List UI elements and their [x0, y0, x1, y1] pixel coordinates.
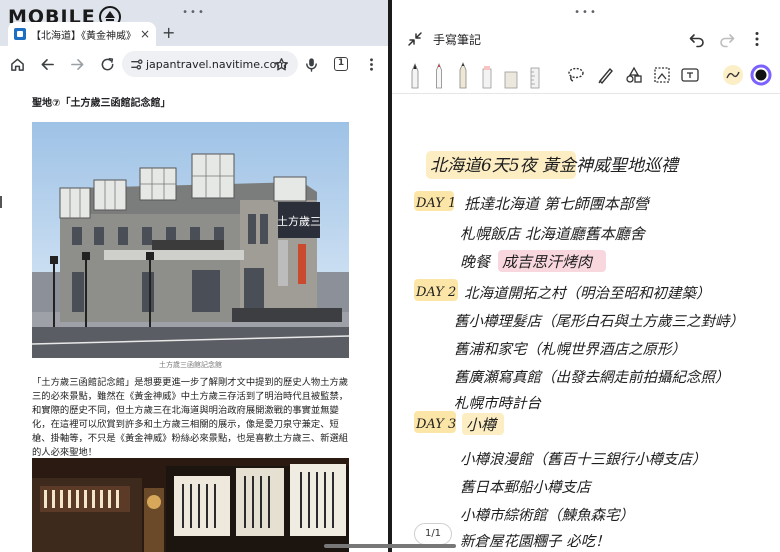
day1-line-3: 晚餐: [460, 253, 492, 271]
undo-icon[interactable]: [688, 30, 706, 48]
day1-line-1: 抵達北海道 第七師團本部營: [464, 195, 651, 213]
day2-line-1: 北海道開拓之村（明治至昭和初建築）: [464, 285, 711, 302]
day3-place: 小樽: [466, 416, 499, 434]
home-button[interactable]: [2, 49, 32, 79]
arrow-left-icon: [41, 58, 54, 70]
site-info-icon[interactable]: [128, 56, 144, 72]
color-picker-icon[interactable]: [750, 64, 772, 86]
ruler-icon[interactable]: [526, 62, 544, 90]
notes-app-pane: ••• 手寫筆記 北海道6天5夜 黃金神威聖地巡禮 DAY 1 抵達北海道 第七…: [392, 0, 780, 552]
microphone-icon: [305, 57, 317, 72]
browser-pane: ••• MOBILE 【北海道】《黃金神威》聖地 × +: [0, 0, 388, 552]
day3-line-3: 小樽市綜術館（鰊魚森宅）: [460, 507, 634, 524]
day3-line-4: 新倉屋花園糰子 必吃！: [460, 533, 610, 550]
highlighter-icon[interactable]: [478, 62, 496, 90]
page-indicator[interactable]: 1/1: [414, 523, 452, 545]
day2-line-3: 舊浦和家宅（札幌世界酒店之原形）: [454, 341, 686, 358]
lasso-icon[interactable]: [566, 65, 586, 85]
day2-line-5: 札幌市時計台: [454, 395, 541, 412]
stroke-style-icon[interactable]: [722, 64, 744, 86]
pencil-icon[interactable]: [454, 62, 472, 90]
photo-caption: 土方歲三函館記念館: [159, 361, 222, 369]
back-button[interactable]: [32, 49, 62, 79]
star-icon: [274, 57, 288, 70]
more-vertical-icon: [369, 57, 373, 71]
collapse-arrows-icon[interactable]: [406, 30, 424, 48]
day3-line-2: 舊日本郵船小樽支店: [460, 479, 593, 496]
image-insert-icon[interactable]: [652, 65, 672, 85]
note-title[interactable]: 手寫筆記: [433, 31, 481, 48]
handwriting-canvas[interactable]: 北海道6天5夜 黃金神威聖地巡禮 DAY 1 抵達北海道 第七師團本部營 札幌飯…: [392, 95, 780, 552]
handwritten-notes: 北海道6天5夜 黃金神威聖地巡禮 DAY 1 抵達北海道 第七師團本部營 札幌飯…: [414, 151, 744, 550]
tab-title: 【北海道】《黃金神威》聖地: [31, 30, 136, 42]
browser-tab-active[interactable]: 【北海道】《黃金神威》聖地 ×: [8, 22, 156, 46]
tab-switcher-button[interactable]: 1: [326, 49, 356, 79]
browser-toolbar: japantravel.navitime.com 1: [0, 46, 388, 82]
day3-line-1: 小樽浪漫館（舊百十三銀行小樽支店）: [460, 451, 707, 468]
tab-strip: ••• MOBILE 【北海道】《黃金神威》聖地 × +: [0, 0, 388, 46]
tab-count-badge: 1: [334, 57, 348, 71]
memorial-hall-illustration: 土方歲三: [32, 122, 349, 358]
section-heading: 聖地⑦「土方歲三函館記念館」: [32, 98, 171, 109]
fountain-pen-icon[interactable]: [406, 62, 424, 90]
memorial-hall-photo: 土方歲三: [32, 122, 349, 358]
tab-close-icon[interactable]: ×: [140, 27, 150, 41]
text-box-icon[interactable]: [680, 65, 700, 85]
exhibit-interior-illustration: [32, 458, 349, 552]
shapes-icon[interactable]: [624, 65, 644, 85]
eraser-icon[interactable]: [502, 62, 520, 90]
arrow-right-icon: [70, 58, 83, 70]
more-vertical-icon[interactable]: [748, 30, 766, 48]
reload-button[interactable]: [92, 49, 122, 79]
home-icon: [10, 58, 24, 71]
reload-icon: [101, 57, 113, 70]
day1-label: DAY 1: [415, 196, 456, 211]
pen-select-icon[interactable]: [596, 65, 616, 85]
day1-line-3-highlight: 成吉思汗烤肉: [502, 253, 594, 271]
edge-indicator: [0, 196, 2, 208]
forward-button[interactable]: [62, 49, 92, 79]
redo-icon[interactable]: [718, 30, 736, 48]
memorial-sign-text: 土方歲三: [277, 214, 321, 228]
bookmark-button[interactable]: [266, 49, 296, 79]
web-page-content[interactable]: 聖地⑦「土方歲三函館記念館」 土方歲三 土方歲三函館記念館 「土方歲三函館記念館…: [0, 82, 388, 552]
day2-line-4: 舊廣瀬寫真館（出發去網走前拍攝紀念照）: [454, 369, 730, 386]
note-title-line: 北海道6天5夜 黃金神威聖地巡禮: [430, 156, 680, 176]
notes-window-handle[interactable]: •••: [392, 8, 780, 18]
day3-label: DAY 3: [415, 417, 456, 432]
day1-line-2: 札幌飯店 北海道廳舊本廳舍: [460, 225, 647, 243]
notes-header: 手寫筆記: [392, 24, 780, 54]
browser-menu-button[interactable]: [356, 49, 386, 79]
day2-line-2: 舊小樽理髮店（尾形白石與土方歲三之對峙）: [454, 313, 744, 330]
home-gesture-bar[interactable]: [324, 544, 456, 548]
new-tab-button[interactable]: +: [162, 23, 175, 43]
day2-label: DAY 2: [415, 285, 456, 300]
site-favicon-icon: [14, 28, 26, 40]
voice-search-button[interactable]: [296, 49, 326, 79]
exhibit-interior-photo: [32, 458, 349, 552]
pen-toolbar: [392, 58, 780, 94]
article-paragraph: 「土方歲三函館記念館」是想要更進一步了解剛才文中提到的歷史人物土方歲三的必來景點…: [32, 377, 349, 458]
ballpoint-pen-icon[interactable]: [430, 62, 448, 90]
